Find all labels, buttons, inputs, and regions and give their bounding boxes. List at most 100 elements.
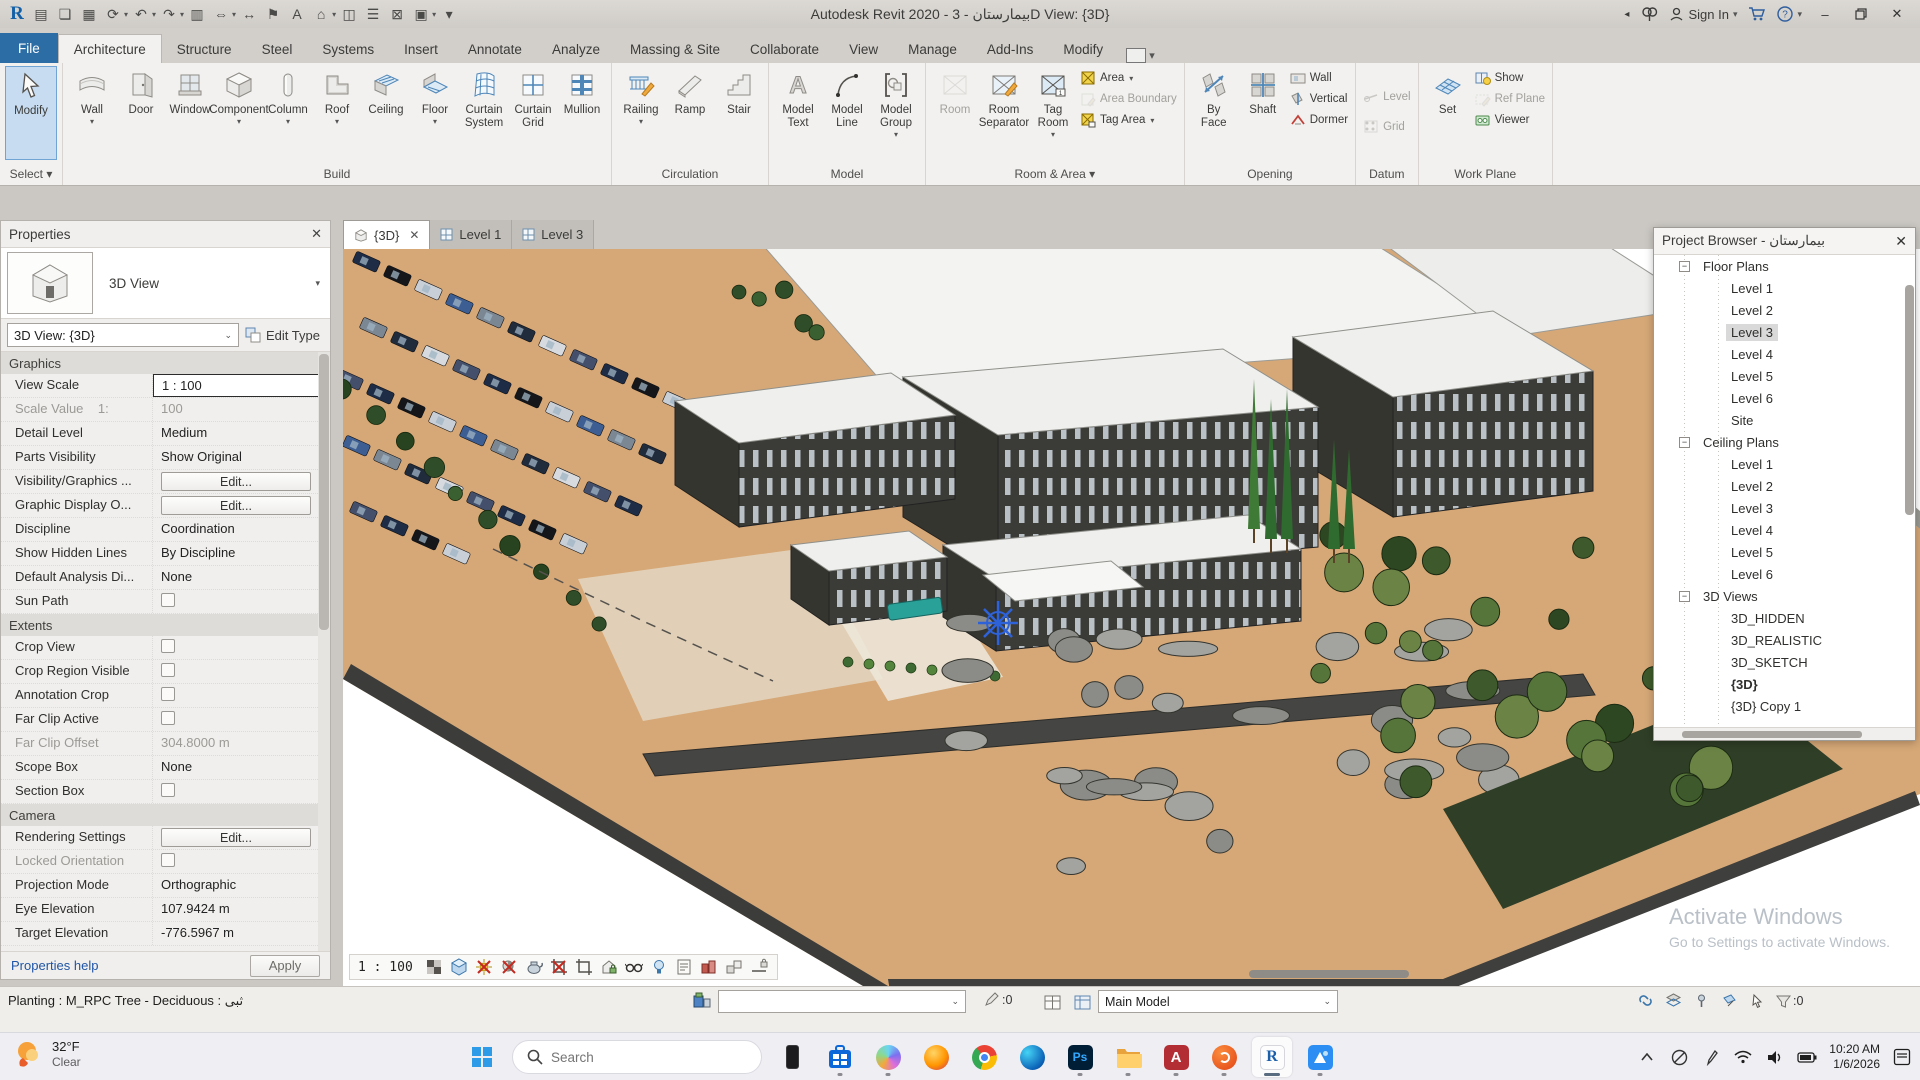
shadows-off-icon[interactable] (500, 958, 519, 977)
notification-center-icon[interactable] (1892, 1047, 1912, 1067)
panel-label-datum[interactable]: Datum (1356, 164, 1418, 185)
locked-3d-view-icon[interactable] (600, 958, 619, 977)
tab-file[interactable]: File (0, 33, 58, 63)
undo-icon-caret[interactable]: ▾ (152, 10, 156, 19)
vertical-button[interactable]: Vertical (1290, 91, 1348, 107)
thin-lines-icon[interactable]: ☰ (362, 3, 384, 25)
tree-group-3d-views[interactable]: −3D Views (1654, 585, 1915, 607)
volume-icon[interactable] (1765, 1047, 1785, 1067)
tab-modify[interactable]: Modify (1048, 35, 1118, 63)
checkbox[interactable] (161, 783, 175, 797)
tree-item-level-6[interactable]: Level 6 (1654, 387, 1915, 409)
close-button[interactable]: ✕ (1884, 3, 1910, 25)
show-button[interactable]: Show (1475, 70, 1546, 86)
print-icon[interactable]: ▥ (186, 3, 208, 25)
tab-structure[interactable]: Structure (162, 35, 247, 63)
taskbar-app-phone-link[interactable] (772, 1037, 812, 1077)
property-value[interactable]: Orthographic (153, 874, 330, 897)
property-value[interactable]: 304.8000 m (153, 732, 330, 755)
select-pinned-elements-icon[interactable] (1692, 991, 1712, 1011)
view-tab--3d-[interactable]: {3D}✕ (343, 220, 430, 249)
stair-button[interactable]: Stair (715, 66, 763, 160)
property-value[interactable]: Show Original (153, 446, 330, 469)
active-workset-icon[interactable] (1042, 992, 1062, 1012)
properties-close-icon[interactable]: ✕ (311, 226, 322, 242)
horizontal-scrollbar[interactable] (1249, 970, 1409, 978)
taskbar-app-firefox[interactable] (916, 1037, 956, 1077)
project-browser-close-icon[interactable]: ✕ (1895, 233, 1907, 250)
curtain-system-button[interactable]: CurtainSystem (460, 66, 508, 160)
panel-label-select[interactable]: Select ▾ (0, 164, 62, 185)
model-line-button[interactable]: ModelLine (823, 66, 871, 160)
tree-group-floor-plans[interactable]: −Floor Plans (1654, 255, 1915, 277)
property-value[interactable]: Medium (153, 422, 330, 445)
tab-architecture[interactable]: Architecture (58, 34, 162, 63)
tab-collaborate[interactable]: Collaborate (735, 35, 834, 63)
taskbar-app-edge[interactable] (1012, 1037, 1052, 1077)
column-button[interactable]: Column▾ (264, 66, 312, 160)
worksets-dropdown[interactable]: ⌄ (718, 990, 966, 1013)
save-icon[interactable]: ▦ (78, 3, 100, 25)
close-hidden-windows-icon[interactable]: ⊠ (386, 3, 408, 25)
property-value[interactable]: By Discipline (153, 542, 330, 565)
set-button[interactable]: Set (1424, 66, 1472, 160)
tree-item-level-2[interactable]: Level 2 (1654, 299, 1915, 321)
dormer-button[interactable]: Dormer (1290, 112, 1348, 128)
tab-massing-site[interactable]: Massing & Site (615, 35, 735, 63)
file-properties-icon[interactable]: ▤ (30, 3, 52, 25)
taskbar-search[interactable] (512, 1040, 762, 1074)
tree-item-level-1[interactable]: Level 1 (1654, 453, 1915, 475)
tree-item--3d-[interactable]: {3D} (1654, 673, 1915, 695)
tree-item-level-4[interactable]: Level 4 (1654, 519, 1915, 541)
redo-icon[interactable]: ↷ (158, 3, 180, 25)
editable-only-indicator[interactable]: :0 (984, 992, 1012, 1007)
room-separator-button[interactable]: RoomSeparator (980, 66, 1028, 160)
collapse-icon[interactable]: − (1679, 591, 1690, 602)
tab-manage[interactable]: Manage (893, 35, 972, 63)
measure-icon-caret[interactable]: ▾ (232, 10, 236, 19)
tree-item--3d-copy-1[interactable]: {3D} Copy 1 (1654, 695, 1915, 717)
switch-windows-icon-caret[interactable]: ▾ (432, 10, 436, 19)
reveal-hidden-elements-icon[interactable] (625, 958, 644, 977)
tag-by-category-icon[interactable]: ⚑ (262, 3, 284, 25)
edit-type-button[interactable]: Edit Type (245, 327, 320, 344)
design-options-icon[interactable] (1072, 992, 1092, 1012)
wall-button[interactable]: Wall (1290, 70, 1348, 86)
app-store-cart-icon[interactable] (1747, 4, 1767, 24)
apply-button[interactable]: Apply (250, 955, 320, 977)
wifi-icon[interactable] (1733, 1047, 1753, 1067)
roof-button[interactable]: Roof▾ (313, 66, 361, 160)
tree-item-level-3[interactable]: Level 3 (1654, 321, 1915, 343)
tree-item-level-2[interactable]: Level 2 (1654, 475, 1915, 497)
switch-windows-icon[interactable]: ▣ (410, 3, 432, 25)
mullion-button[interactable]: Mullion (558, 66, 606, 160)
taskbar-app-app-orange[interactable] (1204, 1037, 1244, 1077)
tag-area-button[interactable]: Tag Area▾ (1080, 112, 1177, 128)
help-icon[interactable]: ?▾ (1777, 6, 1802, 22)
component-button[interactable]: Component▾ (215, 66, 263, 160)
taskbar-app-photoshop[interactable]: Ps (1060, 1037, 1100, 1077)
hidden-icons-chevron[interactable] (1637, 1047, 1657, 1067)
model-text-button[interactable]: AModelText (774, 66, 822, 160)
type-preview-button[interactable] (7, 252, 93, 314)
taskbar-weather-widget[interactable]: 32°FClear (14, 1038, 81, 1070)
window-button[interactable]: Window (166, 66, 214, 160)
tab-analyze[interactable]: Analyze (537, 35, 615, 63)
railing-button[interactable]: Railing▾ (617, 66, 665, 160)
detail-level-icon[interactable] (425, 958, 444, 977)
panel-label-opening[interactable]: Opening (1185, 164, 1355, 185)
view-tab-level-1[interactable]: Level 1 (430, 220, 512, 249)
model-group-button[interactable]: ModelGroup▾ (872, 66, 920, 160)
aligned-dimension-icon[interactable]: ↔ (238, 3, 260, 25)
filter-indicator[interactable]: :0 (1776, 994, 1803, 1009)
revit-logo[interactable]: R (6, 3, 28, 25)
panel-label-build[interactable]: Build (63, 164, 611, 185)
taskbar-app-chrome[interactable] (964, 1037, 1004, 1077)
section-camera[interactable]: Camera▴ (1, 804, 330, 826)
collapse-icon[interactable]: − (1679, 261, 1690, 272)
sign-in-button[interactable]: Sign In▾ (1669, 7, 1737, 22)
door-button[interactable]: Door (117, 66, 165, 160)
tree-item-3d-realistic[interactable]: 3D_REALISTIC (1654, 629, 1915, 651)
checkbox[interactable] (161, 711, 175, 725)
modify-button[interactable]: Modify (5, 66, 57, 160)
